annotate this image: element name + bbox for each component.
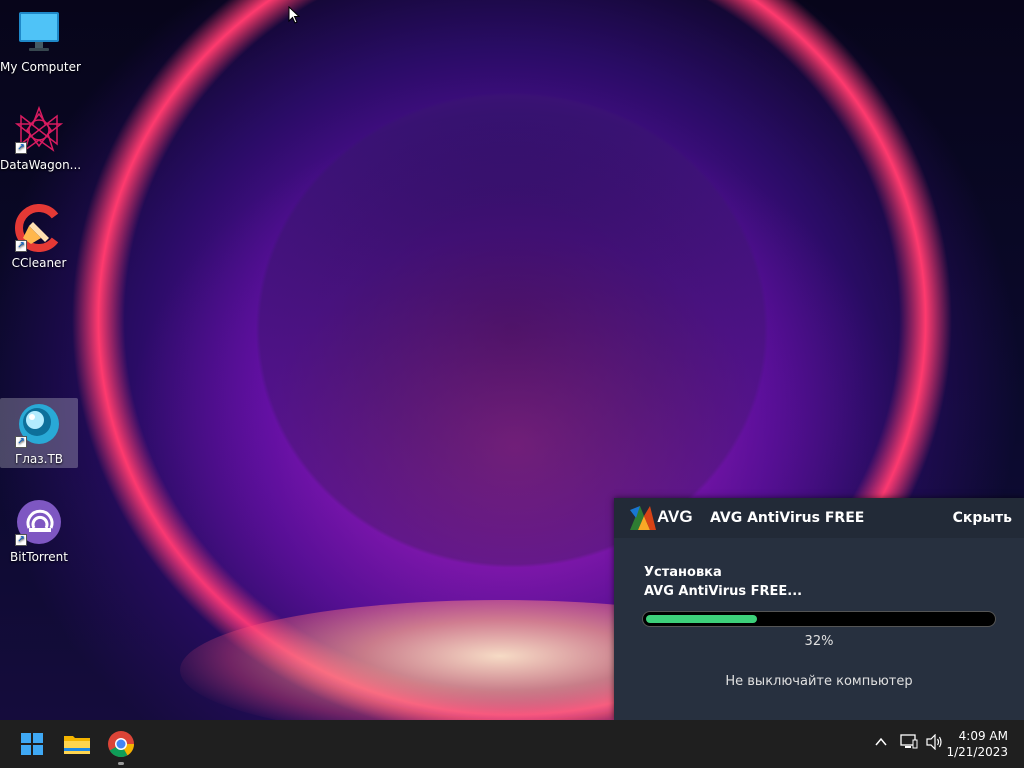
- avg-note: Не выключайте компьютер: [725, 674, 913, 689]
- avg-progress-fill: [646, 615, 757, 623]
- chrome-icon: [108, 731, 135, 758]
- shortcut-arrow-icon: ↗: [15, 142, 27, 154]
- computer-icon: [15, 8, 63, 56]
- desktop-icon-label: CCleaner: [11, 256, 67, 270]
- avg-title: AVG AntiVirus FREE: [710, 510, 865, 526]
- shortcut-arrow-icon: ↗: [15, 436, 27, 448]
- active-app-indicator: [118, 762, 124, 765]
- avg-installer-panel: AVG AVG AntiVirus FREE Скрыть Установка …: [614, 498, 1024, 720]
- system-clock[interactable]: 4:09 AM 1/21/2023: [946, 728, 1008, 760]
- desktop-icon-label: My Computer: [0, 60, 81, 74]
- desktop-icon-glaz-tv[interactable]: ↗ Глаз.ТВ: [0, 398, 78, 468]
- avg-progress-percent: 32%: [804, 634, 834, 649]
- avg-logo-text: AVG: [657, 507, 693, 526]
- mouse-cursor-icon: [288, 5, 301, 24]
- file-explorer-button[interactable]: [61, 728, 93, 760]
- avg-progress-bar: [642, 611, 996, 627]
- desktop-icon-ccleaner[interactable]: ↗ CCleaner: [0, 202, 78, 272]
- bittorrent-icon: ↗: [15, 498, 63, 546]
- taskbar: 4:09 AM 1/21/2023: [0, 720, 1024, 768]
- clock-date: 1/21/2023: [946, 745, 1008, 759]
- desktop-icon-label: BitTorrent: [10, 550, 68, 564]
- clock-time: 4:09 AM: [958, 729, 1008, 743]
- desktop-icon-datawagon[interactable]: ↗ DataWagon...: [0, 104, 82, 174]
- windows-start-icon: [21, 733, 43, 755]
- shortcut-arrow-icon: ↗: [15, 534, 27, 546]
- desktop-icon-bittorrent[interactable]: ↗ BitTorrent: [0, 496, 78, 566]
- network-icon[interactable]: [900, 734, 918, 754]
- chevron-up-icon[interactable]: [874, 734, 888, 753]
- avg-status-line2: AVG AntiVirus FREE...: [644, 584, 803, 599]
- desktop-icon-label: Глаз.ТВ: [14, 452, 64, 466]
- start-button[interactable]: [16, 728, 48, 760]
- avg-logo-icon: [630, 506, 656, 534]
- datawagon-icon: ↗: [14, 105, 64, 154]
- avg-status-line1: Установка: [644, 565, 722, 580]
- ccleaner-icon: ↗: [15, 204, 63, 252]
- avg-hide-button[interactable]: Скрыть: [953, 510, 1012, 526]
- desktop: My Computer ↗ DataWagon... ↗ CCleaner ↗ …: [0, 0, 1024, 720]
- chrome-button[interactable]: [105, 728, 137, 760]
- avg-header: AVG AVG AntiVirus FREE Скрыть: [614, 498, 1024, 538]
- desktop-icon-label: DataWagon...: [0, 158, 82, 172]
- volume-icon[interactable]: [926, 733, 944, 754]
- desktop-icon-my-computer[interactable]: My Computer: [0, 6, 81, 76]
- glaz-tv-icon: ↗: [15, 400, 63, 448]
- folder-icon: [64, 736, 90, 754]
- shortcut-arrow-icon: ↗: [15, 240, 27, 252]
